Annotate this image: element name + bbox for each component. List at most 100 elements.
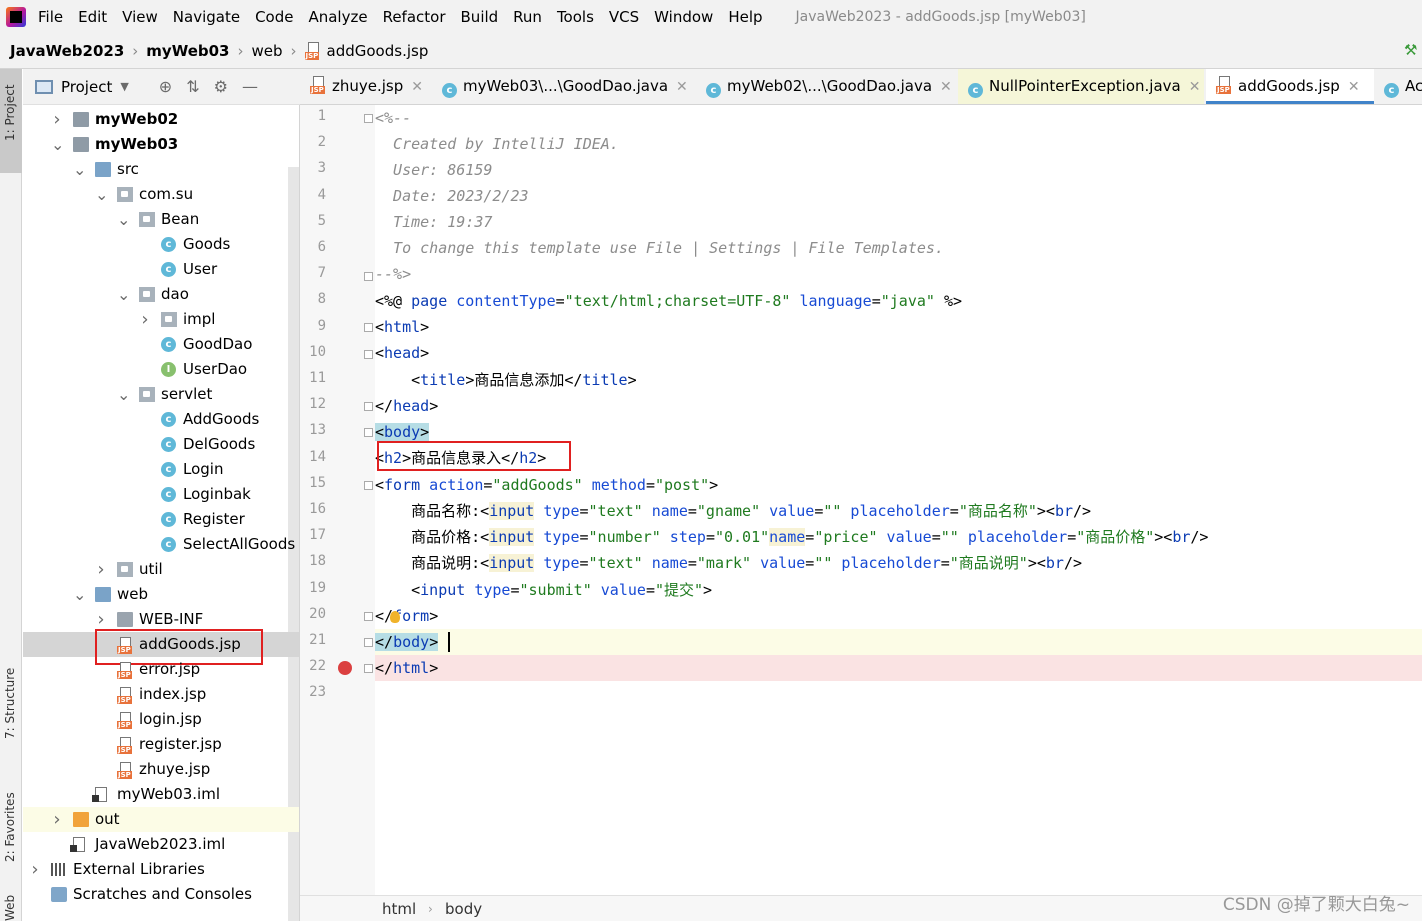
chevron-down-icon[interactable]: ⌄ [95, 182, 108, 207]
menu-code[interactable]: Code [255, 8, 293, 26]
menu-run[interactable]: Run [513, 8, 542, 26]
breadcrumb-file[interactable]: addGoods.jsp [327, 42, 429, 60]
tree-item[interactable]: c AddGoods [23, 407, 299, 432]
code-editor[interactable]: <%-- Created by IntelliJ IDEA. User: 861… [375, 105, 1422, 895]
chevron-down-icon[interactable]: ▼ [120, 80, 128, 93]
tree-item[interactable]: c GoodDao [23, 332, 299, 357]
tree-item[interactable]: JSP register.jsp [23, 732, 299, 757]
tree-item[interactable]: JSP zhuye.jsp [23, 757, 299, 782]
tree-item[interactable]: c Login [23, 457, 299, 482]
tree-item[interactable]: ⌄ myWeb03 [23, 132, 299, 157]
editor-gutter[interactable]: 1 2 3 4 5 6 7 8 9 10 11 12 13 14 15 16 17 18 19 20 21 22 23 [300, 105, 375, 895]
tab-overflow[interactable]: c Ac [1374, 69, 1422, 104]
locate-file-icon[interactable]: ⊕ [159, 77, 172, 96]
chevron-down-icon[interactable]: ⌄ [73, 157, 86, 182]
tree-item[interactable]: c User [23, 257, 299, 282]
breadcrumb-project[interactable]: JavaWeb2023 [10, 42, 124, 60]
fold-icon[interactable] [364, 612, 373, 621]
close-icon[interactable]: ✕ [1348, 79, 1360, 95]
web-tool-button[interactable]: Web [0, 895, 22, 921]
tree-item[interactable]: c Register [23, 507, 299, 532]
project-view-selector[interactable]: Project [61, 78, 112, 96]
menu-build[interactable]: Build [461, 8, 499, 26]
breadcrumb-module[interactable]: myWeb03 [146, 42, 229, 60]
tree-item-label: Register [183, 510, 245, 528]
close-icon[interactable]: ✕ [1189, 79, 1201, 95]
tree-item[interactable]: › out [23, 807, 299, 832]
breadcrumb-body[interactable]: body [445, 896, 482, 921]
chevron-down-icon[interactable]: ⌄ [117, 282, 130, 307]
fold-icon[interactable] [364, 638, 373, 647]
fold-icon[interactable] [364, 664, 373, 673]
hide-panel-icon[interactable]: — [242, 77, 258, 96]
chevron-right-icon[interactable]: › [29, 857, 41, 882]
menu-edit[interactable]: Edit [78, 8, 107, 26]
class-icon: c [968, 83, 983, 98]
tree-item[interactable]: JSP login.jsp [23, 707, 299, 732]
close-icon[interactable]: ✕ [411, 79, 423, 95]
chevron-right-icon[interactable]: › [51, 107, 63, 132]
tree-item[interactable]: myWeb03.iml [23, 782, 299, 807]
tab-goodsdao-myweb03[interactable]: c myWeb03\...\GoodDao.java ✕ [432, 69, 694, 104]
tree-item[interactable]: JSP index.jsp [23, 682, 299, 707]
tab-nullpointerexception[interactable]: c NullPointerException.java ✕ [958, 69, 1204, 104]
tree-item[interactable]: › util [23, 557, 299, 582]
menu-vcs[interactable]: VCS [609, 8, 639, 26]
tab-addgoods-jsp[interactable]: JSP addGoods.jsp ✕ [1206, 69, 1374, 104]
tree-item[interactable]: JavaWeb2023.iml [23, 832, 299, 857]
build-hammer-icon[interactable]: ⚒ [1404, 41, 1420, 59]
breadcrumb-html[interactable]: html [382, 896, 416, 921]
fold-icon[interactable] [364, 428, 373, 437]
tree-item[interactable]: ⌄ web [23, 582, 299, 607]
breadcrumb-folder[interactable]: web [251, 42, 282, 60]
fold-icon[interactable] [364, 350, 373, 359]
menu-navigate[interactable]: Navigate [173, 8, 240, 26]
project-tool-button[interactable]: 1: Project [0, 69, 22, 173]
tree-item[interactable]: c Loginbak [23, 482, 299, 507]
chevron-right-icon[interactable]: › [139, 307, 151, 332]
tree-item[interactable]: I UserDao [23, 357, 299, 382]
tree-item[interactable]: ⌄ src [23, 157, 299, 182]
menu-file[interactable]: File [38, 8, 63, 26]
tree-item[interactable]: ⌄ servlet [23, 382, 299, 407]
tree-item[interactable]: › impl [23, 307, 299, 332]
tab-zhuye-jsp[interactable]: JSP zhuye.jsp ✕ [300, 69, 428, 104]
close-icon[interactable]: ✕ [940, 79, 952, 95]
code-line-1: <%-- [375, 109, 412, 127]
menu-tools[interactable]: Tools [557, 8, 594, 26]
menu-analyze[interactable]: Analyze [308, 8, 367, 26]
tree-item[interactable]: › myWeb02 [23, 107, 299, 132]
chevron-down-icon[interactable]: ⌄ [117, 382, 130, 407]
fold-icon[interactable] [364, 323, 373, 332]
menu-help[interactable]: Help [728, 8, 762, 26]
tree-item[interactable]: JSP error.jsp [23, 657, 299, 682]
menu-refactor[interactable]: Refactor [383, 8, 446, 26]
fold-icon[interactable] [364, 481, 373, 490]
close-icon[interactable]: ✕ [676, 79, 688, 95]
chevron-right-icon[interactable]: › [51, 807, 63, 832]
favorites-tool-button[interactable]: 2: Favorites [0, 784, 22, 884]
fold-icon[interactable] [364, 272, 373, 281]
tab-goodsdao-myweb02[interactable]: c myWeb02\...\GoodDao.java ✕ [696, 69, 958, 104]
tree-item[interactable]: c DelGoods [23, 432, 299, 457]
chevron-down-icon[interactable]: ⌄ [51, 132, 64, 157]
breakpoint-icon[interactable] [338, 661, 352, 675]
fold-icon[interactable] [364, 114, 373, 123]
tree-item[interactable]: c Goods [23, 232, 299, 257]
tree-item[interactable]: Scratches and Consoles [23, 882, 299, 907]
fold-icon[interactable] [364, 402, 373, 411]
tree-item[interactable]: ⌄ Bean [23, 207, 299, 232]
tree-item[interactable]: c SelectAllGoods [23, 532, 299, 557]
tree-item[interactable]: › External Libraries [23, 857, 299, 882]
tree-item[interactable]: ⌄ com.su [23, 182, 299, 207]
menu-window[interactable]: Window [654, 8, 713, 26]
structure-tool-button[interactable]: 7: Structure [0, 661, 22, 761]
collapse-all-icon[interactable]: ⇅ [186, 77, 199, 96]
tree-item[interactable]: ⌄ dao [23, 282, 299, 307]
chevron-down-icon[interactable]: ⌄ [73, 582, 86, 607]
chevron-down-icon[interactable]: ⌄ [117, 207, 130, 232]
gear-icon[interactable]: ⚙ [214, 77, 228, 96]
menu-view[interactable]: View [122, 8, 158, 26]
intention-bulb-icon[interactable] [390, 611, 400, 623]
chevron-right-icon[interactable]: › [95, 557, 107, 582]
